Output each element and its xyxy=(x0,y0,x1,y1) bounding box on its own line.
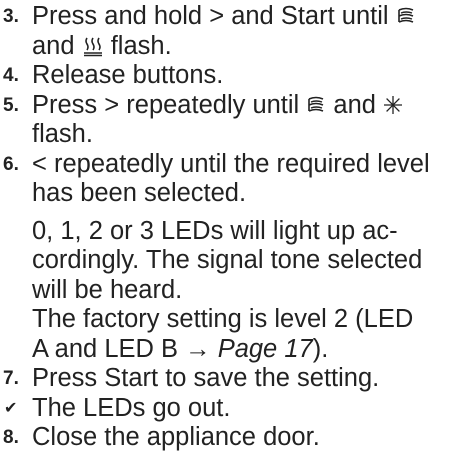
note-line: cordingly. The signal tone selected xyxy=(32,246,423,274)
rinse-symbol-icon xyxy=(396,4,416,30)
step-6: 6. < repeatedly until the required level… xyxy=(0,150,467,209)
step-text-line: < repeatedly until the required level xyxy=(32,149,430,178)
checkmark-icon: ✔ xyxy=(4,399,18,417)
note-line: A and LED B → Page 17). xyxy=(32,334,329,363)
step-number: 6. xyxy=(3,153,19,175)
step-number: 7. xyxy=(3,368,19,389)
step-3: 3. Press and hold > and Start until and … xyxy=(0,2,467,61)
step-text-line: Release buttons. xyxy=(32,61,224,89)
note-line: 0, 1, 2 or 3 LEDs will light up ac- xyxy=(32,216,398,245)
rinse-symbol-icon xyxy=(306,93,326,119)
step-text-line: has been selected. xyxy=(32,179,247,207)
result-text: The LEDs go out. xyxy=(32,393,231,422)
step-5: 5. Press > repeatedly until and flash. xyxy=(0,91,467,150)
step-8: 8. Close the appliance door. xyxy=(0,423,467,453)
step-number: 4. xyxy=(3,65,19,86)
step-number: 5. xyxy=(3,94,19,116)
step-number: 8. xyxy=(3,427,19,448)
page-reference-link[interactable]: Page 17 xyxy=(218,335,313,363)
previous-arrow-symbol: < xyxy=(32,149,47,178)
instruction-list: 3. Press and hold > and Start until and … xyxy=(0,0,467,453)
step-text-line: flash. xyxy=(32,120,93,148)
result-line: ✔ The LEDs go out. xyxy=(0,394,467,424)
step-text-line: Press > repeatedly until and xyxy=(32,91,467,121)
step-text-line: Press Start to save the setting. xyxy=(32,364,380,392)
next-arrow-symbol: > xyxy=(209,2,225,30)
step-4: 4. Release buttons. xyxy=(0,61,467,91)
next-arrow-symbol: > xyxy=(104,90,120,119)
step-number: 3. xyxy=(3,6,19,27)
step-note: 0, 1, 2 or 3 LEDs will light up ac- cord… xyxy=(0,217,467,365)
note-line: will be heard. xyxy=(32,275,183,304)
step-text-line: Press and hold > and Start until xyxy=(32,2,467,32)
heating-symbol-icon xyxy=(82,34,104,60)
step-7: 7. Press Start to save the setting. xyxy=(0,364,467,394)
note-line: The factory setting is level 2 (LED xyxy=(32,305,414,333)
step-text-line: Close the appliance door. xyxy=(32,423,320,451)
asterisk-symbol-icon xyxy=(383,93,403,119)
step-text-line: and flash. xyxy=(32,31,172,60)
